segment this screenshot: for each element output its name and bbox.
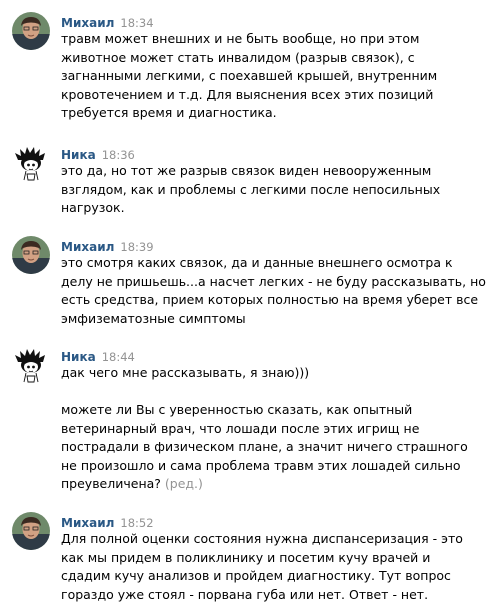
author-photo-avatar[interactable]	[12, 12, 50, 50]
text-line: ветеринарный врач, что лошади после этих…	[61, 420, 420, 436]
message-time[interactable]: 18:34	[120, 16, 153, 30]
message-text: травм может внешних и не быть вообще, но…	[61, 30, 497, 123]
author-photo-avatar[interactable]	[12, 512, 50, 550]
text-line: Для полной оценки состояния нужна диспан…	[61, 531, 463, 546]
author-name[interactable]: Ника	[61, 148, 96, 162]
message-time[interactable]: 18:39	[120, 240, 153, 254]
edited-label[interactable]: (ред.)	[165, 476, 203, 491]
text-line: взглядом, как и проблемы с легкими после…	[61, 181, 441, 197]
text-fragment: преувеличена?	[61, 476, 161, 492]
text-line: не произошло и сама проблема травм этих …	[61, 457, 461, 473]
text-line: можете ли Вы с уверенностью сказать, как…	[61, 402, 413, 417]
author-photo-avatar[interactable]	[12, 236, 50, 274]
message-time[interactable]: 18:36	[102, 148, 135, 162]
text-line: требуется время и диагностика.	[61, 105, 277, 121]
author-name[interactable]: Михаил	[61, 240, 114, 254]
text-line: сдадим кучу анализов и пройдем диагности…	[61, 568, 451, 584]
author-name[interactable]: Михаил	[61, 16, 114, 30]
message-history: Михаил 18:34 травм может внешних и не быт…	[0, 0, 501, 616]
text-line: дак чего мне рассказывать, я знаю)))	[61, 365, 310, 380]
text-line: загнанными легкими, с поехавшей крышей, …	[61, 68, 438, 84]
text-line: животное может стать инвалидом (разрыв с…	[61, 49, 415, 65]
text-line: нагрузок.	[61, 200, 125, 216]
text-line: преувеличена? (ред.)	[61, 475, 497, 494]
text-line: это смотря каких связок, да и данные вне…	[61, 255, 453, 270]
message-time[interactable]: 18:52	[120, 516, 153, 530]
message-time[interactable]: 18:44	[102, 350, 135, 364]
text-line: кровотечением и т.д. Для выяснения всех …	[61, 86, 434, 102]
text-line: пострадали в физическом плане, а значит …	[61, 439, 468, 455]
text-line: гораздо уже стоял - порвана губа или нет…	[61, 586, 429, 602]
message-text: Для полной оценки состояния нужна диспан…	[61, 530, 497, 604]
text-line: как мы придем в поликлинику и посетим ку…	[61, 549, 431, 565]
text-line: делу не пришьешь...а насчет легких - не …	[61, 273, 486, 289]
author-name[interactable]: Ника	[61, 350, 96, 364]
author-name[interactable]: Михаил	[61, 516, 114, 530]
cartoon-girl-avatar[interactable]	[12, 346, 50, 384]
message-text: можете ли Вы с уверенностью сказать, как…	[61, 401, 497, 494]
text-line: есть средства, прием которых полностью н…	[61, 292, 479, 308]
message-text: это смотря каких связок, да и данные вне…	[61, 254, 497, 328]
cartoon-girl-avatar[interactable]	[12, 144, 50, 182]
message-text: это да, но тот же разрыв связок виден не…	[61, 162, 497, 218]
text-line: эмфизематозные симптомы	[61, 310, 246, 326]
message-text: дак чего мне рассказывать, я знаю)))	[61, 364, 497, 383]
text-line: это да, но тот же разрыв связок виден не…	[61, 163, 432, 178]
text-line: травм может внешних и не быть вообще, но…	[61, 31, 420, 46]
